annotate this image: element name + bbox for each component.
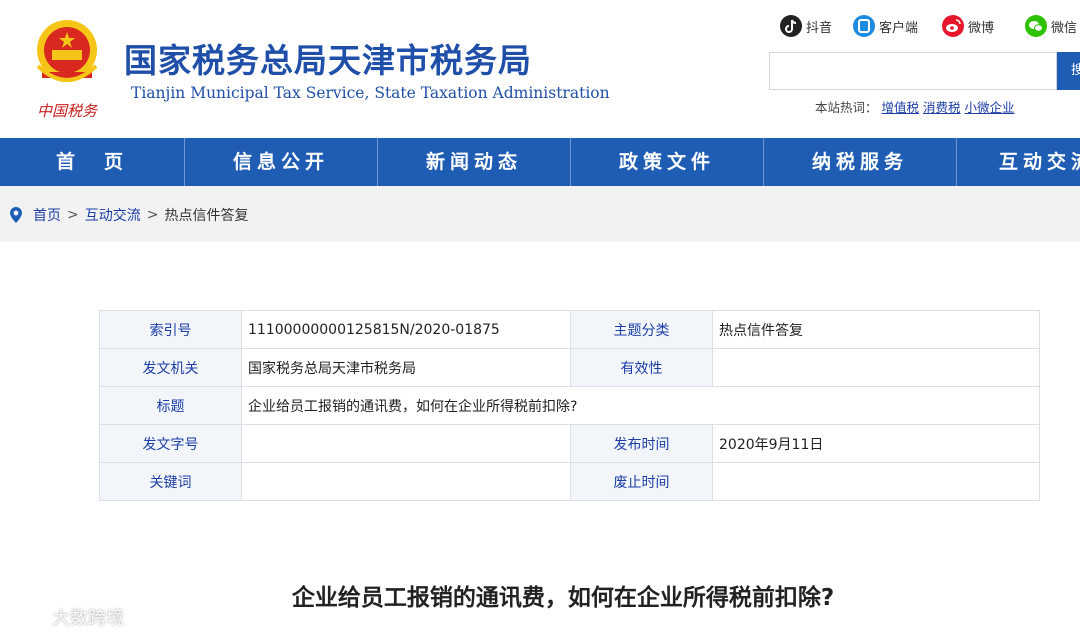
social-label: 微博: [968, 20, 995, 36]
index-no-label: 索引号: [99, 310, 242, 349]
title-label: 标题: [99, 386, 242, 425]
breadcrumb-separator: >: [146, 207, 159, 223]
breadcrumb: 首页 > 互动交流 > 热点信件答复: [8, 205, 248, 225]
doc-no-value: [241, 424, 571, 463]
hotwords: 本站热词： 增值税 消费税 小微企业: [815, 97, 1015, 116]
social-wechat[interactable]: 微信: [1025, 14, 1077, 38]
nav-info-disclosure[interactable]: 信息公开: [185, 138, 378, 186]
emblem-text: 中国税务: [37, 102, 99, 120]
expire-value: [712, 462, 1040, 501]
location-pin-icon: [10, 207, 22, 223]
hotword-link[interactable]: 小微企业: [965, 100, 1015, 115]
site-title-cn[interactable]: 国家税务总局天津市税务局: [124, 34, 532, 82]
index-no-value: 11100000000125815N/2020-01875: [241, 310, 571, 349]
publish-value: 2020年9月11日: [712, 424, 1040, 463]
document-meta-table: 索引号 11100000000125815N/2020-01875 主题分类 热…: [99, 310, 1040, 501]
social-label: 微信: [1051, 20, 1078, 36]
issuer-label: 发文机关: [99, 348, 242, 387]
watermark: 大数跨境: [8, 604, 124, 630]
breadcrumb-interaction[interactable]: 互动交流: [85, 205, 141, 225]
publish-label: 发布时间: [570, 424, 713, 463]
expire-label: 废止时间: [570, 462, 713, 501]
article-title: 企业给员工报销的通讯费，如何在企业所得税前扣除?: [291, 585, 835, 611]
nav-policy[interactable]: 政策文件: [571, 138, 764, 186]
site-header: 中国税务 国家税务总局天津市税务局 Tianjin Municipal Tax …: [0, 0, 1080, 138]
wechat-icon: [1025, 15, 1047, 37]
hotword-link[interactable]: 消费税: [923, 100, 961, 115]
meta-row: 发文字号 发布时间 2020年9月11日: [99, 424, 1040, 463]
social-weibo[interactable]: 微博: [942, 14, 994, 38]
site-title-en: Tianjin Municipal Tax Service, State Tax…: [131, 84, 610, 102]
validity-label: 有效性: [570, 348, 713, 387]
title-value: 企业给员工报销的通讯费，如何在企业所得税前扣除?: [241, 386, 1040, 425]
issuer-value: 国家税务总局天津市税务局: [241, 348, 571, 387]
national-emblem-logo[interactable]: 中国税务: [28, 16, 106, 124]
topic-value: 热点信件答复: [712, 310, 1040, 349]
weibo-icon: [942, 15, 964, 37]
watermark-text: 大数跨境: [52, 608, 124, 629]
search-input[interactable]: [769, 52, 1057, 90]
hotwords-label: 本站热词：: [815, 100, 878, 115]
breadcrumb-home[interactable]: 首页: [33, 205, 61, 225]
doc-no-label: 发文字号: [99, 424, 242, 463]
social-client[interactable]: 客户端: [853, 14, 918, 38]
nav-home[interactable]: 首 页: [0, 138, 185, 186]
breadcrumb-separator: >: [67, 207, 79, 223]
keywords-label: 关键词: [99, 462, 242, 501]
breadcrumb-current: 热点信件答复: [164, 208, 249, 224]
keywords-value: [241, 462, 571, 501]
validity-value: [712, 348, 1040, 387]
search-button[interactable]: 搜: [1057, 52, 1080, 90]
meta-row: 索引号 11100000000125815N/2020-01875 主题分类 热…: [99, 310, 1040, 349]
meta-row: 标题 企业给员工报销的通讯费，如何在企业所得税前扣除?: [99, 386, 1040, 425]
nav-tax-service[interactable]: 纳税服务: [764, 138, 957, 186]
douyin-icon: [780, 15, 802, 37]
hotword-link[interactable]: 增值税: [882, 100, 920, 115]
nav-news[interactable]: 新闻动态: [378, 138, 571, 186]
main-nav: 首 页 信息公开 新闻动态 政策文件 纳税服务 互动交流: [0, 138, 1080, 186]
social-label: 客户端: [879, 20, 919, 36]
social-label: 抖音: [806, 20, 833, 36]
topic-label: 主题分类: [570, 310, 713, 349]
mobile-client-icon: [853, 15, 875, 37]
meta-row: 发文机关 国家税务总局天津市税务局 有效性: [99, 348, 1040, 387]
watermark-logo-icon: [10, 608, 47, 625]
breadcrumb-bar: 首页 > 互动交流 > 热点信件答复: [0, 186, 1080, 242]
meta-row: 关键词 废止时间: [99, 462, 1040, 501]
social-douyin[interactable]: 抖音: [780, 14, 832, 38]
nav-interaction[interactable]: 互动交流: [957, 138, 1080, 186]
